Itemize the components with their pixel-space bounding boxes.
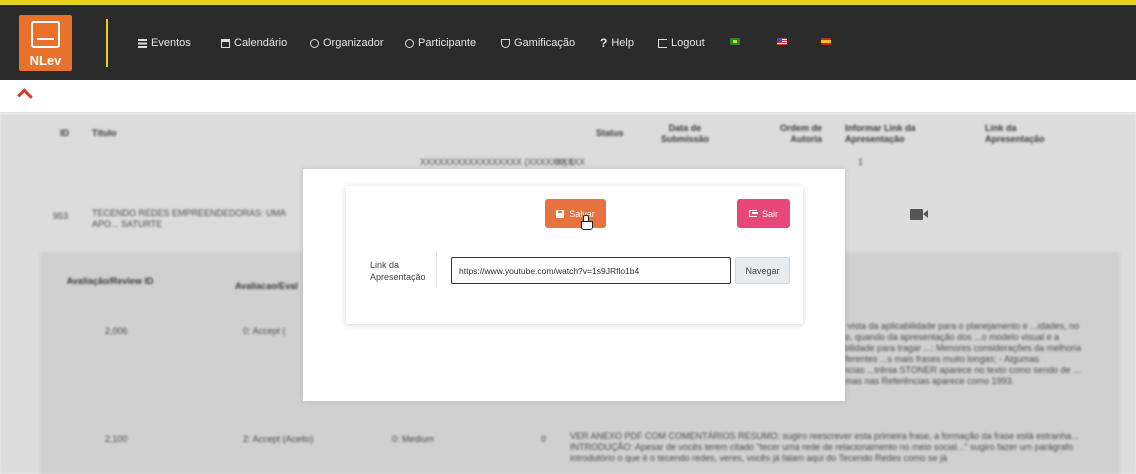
- sign-out-icon: [748, 210, 758, 217]
- field-separator: [436, 252, 437, 288]
- review-1-comment: ...a de vista da aplicabilidade para o p…: [820, 321, 1082, 386]
- link-field-label: Link da Apresentação: [370, 260, 426, 282]
- calendar-icon: [221, 38, 230, 48]
- row-title: TECENDO REDES EMPREENDEDORAS: UMA APO...…: [92, 208, 286, 229]
- logo-people-icon: [31, 21, 60, 48]
- at-icon: [405, 38, 414, 48]
- nav-participante[interactable]: Participante: [405, 36, 476, 50]
- th-informar-link: Informar Link da Apresentação: [845, 123, 916, 144]
- nav-calendario[interactable]: Calendário: [221, 36, 287, 50]
- save-button[interactable]: Salvar: [545, 199, 606, 228]
- exit-button-label: Sair: [761, 208, 778, 219]
- th-status: Status: [596, 128, 624, 138]
- breadcrumb-bar: [0, 80, 1136, 113]
- review-2-avaliacao: 2: Accept (Aceito): [243, 434, 314, 444]
- nav-participante-label: Participante: [418, 37, 477, 49]
- question-icon: ?: [600, 36, 608, 50]
- th-titulo: Título: [92, 128, 117, 138]
- review-1-id: 2,006: [105, 326, 128, 336]
- nav-organizador-label: Organizador: [323, 37, 384, 49]
- review-2-id: 2,100: [105, 434, 128, 444]
- review-2-comment: VER ANEXO PDF COM COMENTÁRIOS RESUMO: su…: [570, 431, 1079, 463]
- navigate-button[interactable]: Navegar: [735, 257, 790, 284]
- trophy-icon: [501, 38, 510, 48]
- video-camera-icon[interactable]: [910, 209, 928, 220]
- nav-gamificacao[interactable]: Gamificação: [501, 36, 575, 50]
- row-top-ordem: 1: [858, 157, 864, 167]
- th-id: ID: [60, 128, 69, 138]
- nav-help-label: Help: [611, 37, 634, 49]
- nav-help[interactable]: ? Help: [600, 36, 634, 50]
- th-data-submissao: Data de Submissão: [660, 123, 709, 144]
- nav-eventos[interactable]: Eventos: [138, 36, 191, 50]
- floppy-disk-icon: [556, 209, 565, 218]
- row-top-title: XXXXXXXXXXXXXXXXX (XXXXXX) 1: [420, 157, 575, 167]
- nav-logout[interactable]: Logout: [658, 36, 705, 50]
- th-avaliacao: Avaliacao/Eval: [235, 281, 298, 291]
- nav-gamificacao-label: Gamificação: [514, 37, 576, 49]
- user-icon: [310, 38, 319, 48]
- nav-organizador[interactable]: Organizador: [310, 36, 384, 50]
- hand-pointer-cursor-icon: [581, 215, 593, 230]
- nav-divider: [106, 19, 108, 67]
- flag-brazil-icon[interactable]: [730, 38, 740, 45]
- logout-icon: [658, 38, 667, 48]
- th-link-apresentacao: Link da Apresentação: [985, 123, 1045, 144]
- list-icon: [138, 38, 147, 48]
- link-input[interactable]: [451, 257, 731, 284]
- row-id: 953: [53, 211, 69, 221]
- nav-eventos-label: Eventos: [151, 37, 191, 49]
- flag-usa-icon[interactable]: [777, 38, 787, 45]
- review-2-nota: 0: Medium: [392, 434, 435, 444]
- row-top-extra: XXXXX: [555, 157, 586, 167]
- nav-logout-label: Logout: [671, 37, 705, 49]
- th-review-id: Avaliação/Review ID: [66, 276, 154, 286]
- flag-spain-icon[interactable]: [821, 38, 831, 45]
- th-ordem-autoria: Ordem de Autoria: [779, 123, 822, 144]
- exit-button[interactable]: Sair: [737, 199, 790, 228]
- nav-calendario-label: Calendário: [234, 37, 288, 49]
- app-logo[interactable]: NLev: [19, 15, 72, 71]
- review-1-avaliacao: 0: Accept (: [243, 326, 286, 336]
- logo-text: NLev: [29, 53, 62, 68]
- review-2-num: 0: [541, 434, 547, 444]
